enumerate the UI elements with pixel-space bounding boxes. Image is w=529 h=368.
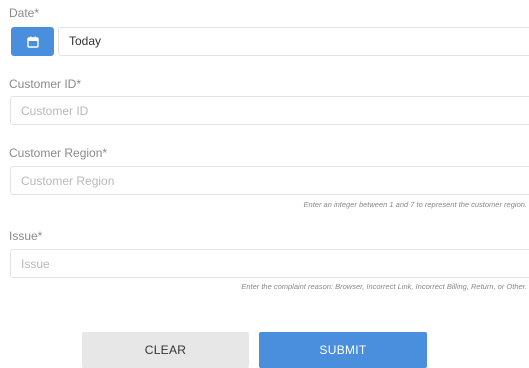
date-label: Date* xyxy=(9,6,40,20)
customer-id-input[interactable] xyxy=(10,96,529,125)
issue-input[interactable] xyxy=(10,249,529,278)
issue-hint: Enter the complaint reason: Browser, Inc… xyxy=(241,282,527,291)
customer-region-hint: Enter an integer between 1 and 7 to repr… xyxy=(303,200,527,209)
calendar-icon xyxy=(26,36,39,48)
customer-region-input[interactable] xyxy=(10,166,529,195)
customer-id-label: Customer ID* xyxy=(9,77,82,91)
customer-region-label: Customer Region* xyxy=(9,146,108,160)
submit-button[interactable]: SUBMIT xyxy=(259,332,427,368)
date-picker-button[interactable] xyxy=(11,27,54,56)
clear-button[interactable]: CLEAR xyxy=(82,332,249,368)
date-field[interactable]: Today xyxy=(58,27,529,56)
issue-label: Issue* xyxy=(9,229,43,243)
